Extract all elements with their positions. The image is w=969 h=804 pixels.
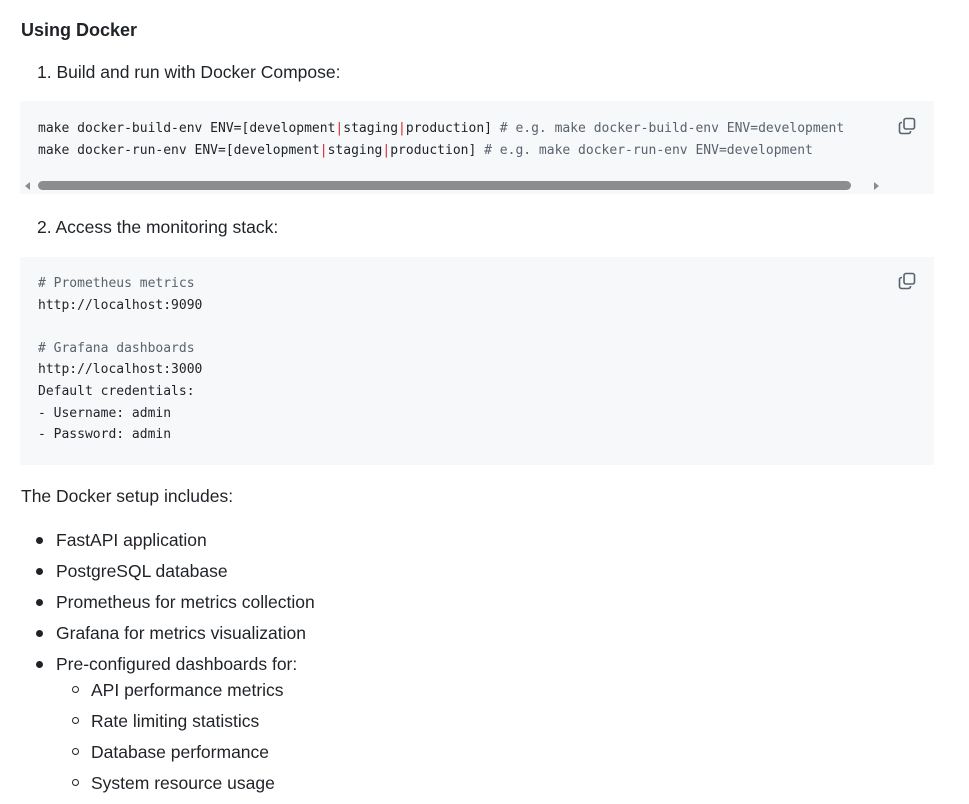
sublist-item: Rate limiting statistics [56, 709, 600, 740]
list-item-dashboards: Pre-configured dashboards for: API perfo… [0, 652, 600, 802]
sublist-item: Database performance [56, 740, 600, 771]
scroll-left-arrow-icon[interactable] [25, 182, 30, 190]
list-item: Prometheus for metrics collection [0, 590, 600, 621]
dashboards-sublist: API performance metrics Rate limiting st… [56, 678, 600, 802]
code-line: http://localhost:9090 [38, 297, 203, 313]
copy-icon[interactable] [897, 271, 917, 291]
list-item: Grafana for metrics visualization [0, 621, 600, 652]
code-block-monitoring: # Prometheus metrics http://localhost:90… [20, 257, 934, 465]
features-list: FastAPI application PostgreSQL database … [0, 528, 600, 802]
code-line: Default credentials: [38, 383, 195, 399]
step-2-text: 2. Access the monitoring stack: [37, 217, 279, 237]
code-line: # Prometheus metrics [38, 276, 195, 291]
code-line: - Username: admin [38, 405, 172, 421]
code-block-2-content: # Prometheus metrics http://localhost:90… [38, 273, 202, 446]
scroll-right-arrow-icon[interactable] [874, 182, 879, 190]
code-block-1-content: make docker-build-env ENV=[development|s… [38, 118, 844, 161]
sublist-item: System resource usage [56, 771, 600, 802]
code-line: - Password: admin [38, 427, 172, 443]
code-block-build-run: make docker-build-env ENV=[development|s… [20, 101, 934, 194]
copy-icon[interactable] [897, 116, 917, 136]
step-1-text: 1. Build and run with Docker Compose: [37, 62, 341, 82]
scrollbar-thumb[interactable] [38, 181, 851, 190]
list-item: PostgreSQL database [0, 559, 600, 590]
sublist-item: API performance metrics [56, 678, 600, 709]
code-line: http://localhost:3000 [38, 362, 203, 378]
horizontal-scrollbar[interactable] [20, 179, 890, 193]
list-item-label: Pre-configured dashboards for: [56, 654, 298, 674]
setup-intro-text: The Docker setup includes: [21, 486, 234, 506]
code-line: # Grafana dashboards [38, 340, 195, 356]
code-line-2: make docker-run-env ENV=[development|sta… [38, 142, 813, 158]
list-item: FastAPI application [0, 528, 600, 559]
code-line-1: make docker-build-env ENV=[development|s… [38, 121, 845, 136]
section-heading: Using Docker [21, 20, 138, 40]
